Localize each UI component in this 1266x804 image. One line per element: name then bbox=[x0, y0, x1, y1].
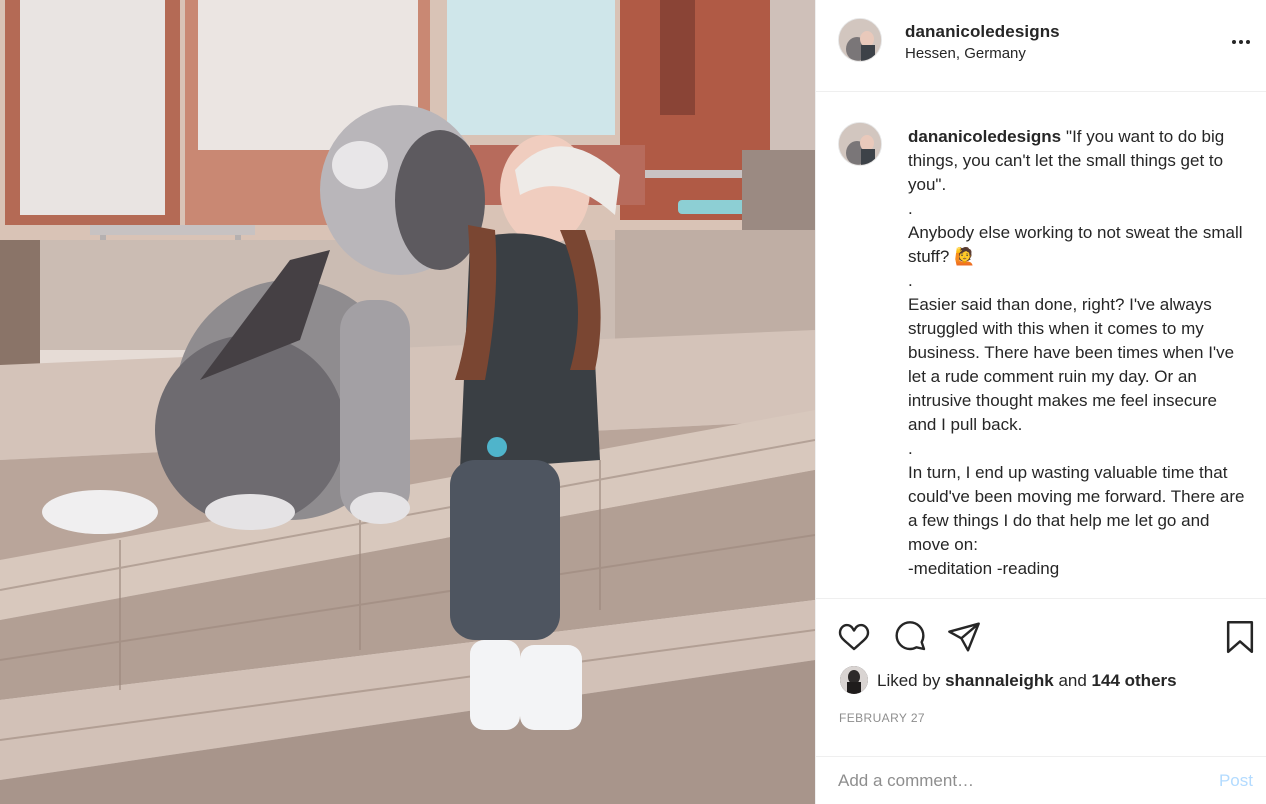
caption-text: dananicoledesigns "If you want to do big … bbox=[908, 125, 1248, 581]
heart-icon bbox=[838, 623, 870, 651]
bookmark-icon bbox=[1226, 620, 1254, 654]
caption-section: dananicoledesigns "If you want to do big … bbox=[816, 92, 1266, 598]
author-avatar[interactable] bbox=[838, 18, 882, 62]
likes-prefix: Liked by bbox=[877, 671, 941, 690]
liker-username[interactable]: shannaleighk bbox=[945, 671, 1054, 690]
likes-summary: Liked by shannaleighk and 144 others bbox=[816, 665, 1266, 699]
post-header: dananicoledesigns Hessen, Germany bbox=[816, 0, 1266, 92]
author-username[interactable]: dananicoledesigns bbox=[905, 22, 1060, 42]
likes-others-link[interactable]: 144 others bbox=[1092, 671, 1177, 690]
post-photo[interactable] bbox=[0, 0, 815, 804]
like-button[interactable] bbox=[836, 619, 872, 655]
likes-and: and bbox=[1058, 671, 1087, 690]
post-comment-button[interactable]: Post bbox=[1219, 771, 1253, 791]
more-horizontal-icon bbox=[1232, 40, 1236, 44]
comment-button[interactable] bbox=[892, 619, 928, 655]
likes-text: Liked by shannaleighk and 144 others bbox=[877, 671, 1177, 691]
caption-body: "If you want to do big things, you can't… bbox=[908, 127, 1245, 578]
more-options-button[interactable] bbox=[1227, 30, 1255, 54]
liker-avatar[interactable] bbox=[840, 666, 868, 694]
post-date[interactable]: FEBRUARY 27 bbox=[839, 711, 925, 725]
share-icon bbox=[948, 622, 980, 652]
comment-input[interactable] bbox=[838, 766, 1188, 796]
share-button[interactable] bbox=[946, 619, 982, 655]
post-sidebar: dananicoledesigns Hessen, Germany danani… bbox=[815, 0, 1266, 804]
post-image bbox=[0, 0, 815, 804]
caption-username[interactable]: dananicoledesigns bbox=[908, 127, 1061, 146]
comment-icon bbox=[895, 621, 926, 651]
save-button[interactable] bbox=[1222, 619, 1258, 655]
comment-form: Post bbox=[816, 756, 1266, 804]
post-location[interactable]: Hessen, Germany bbox=[905, 45, 1026, 62]
caption-avatar[interactable] bbox=[838, 122, 882, 166]
